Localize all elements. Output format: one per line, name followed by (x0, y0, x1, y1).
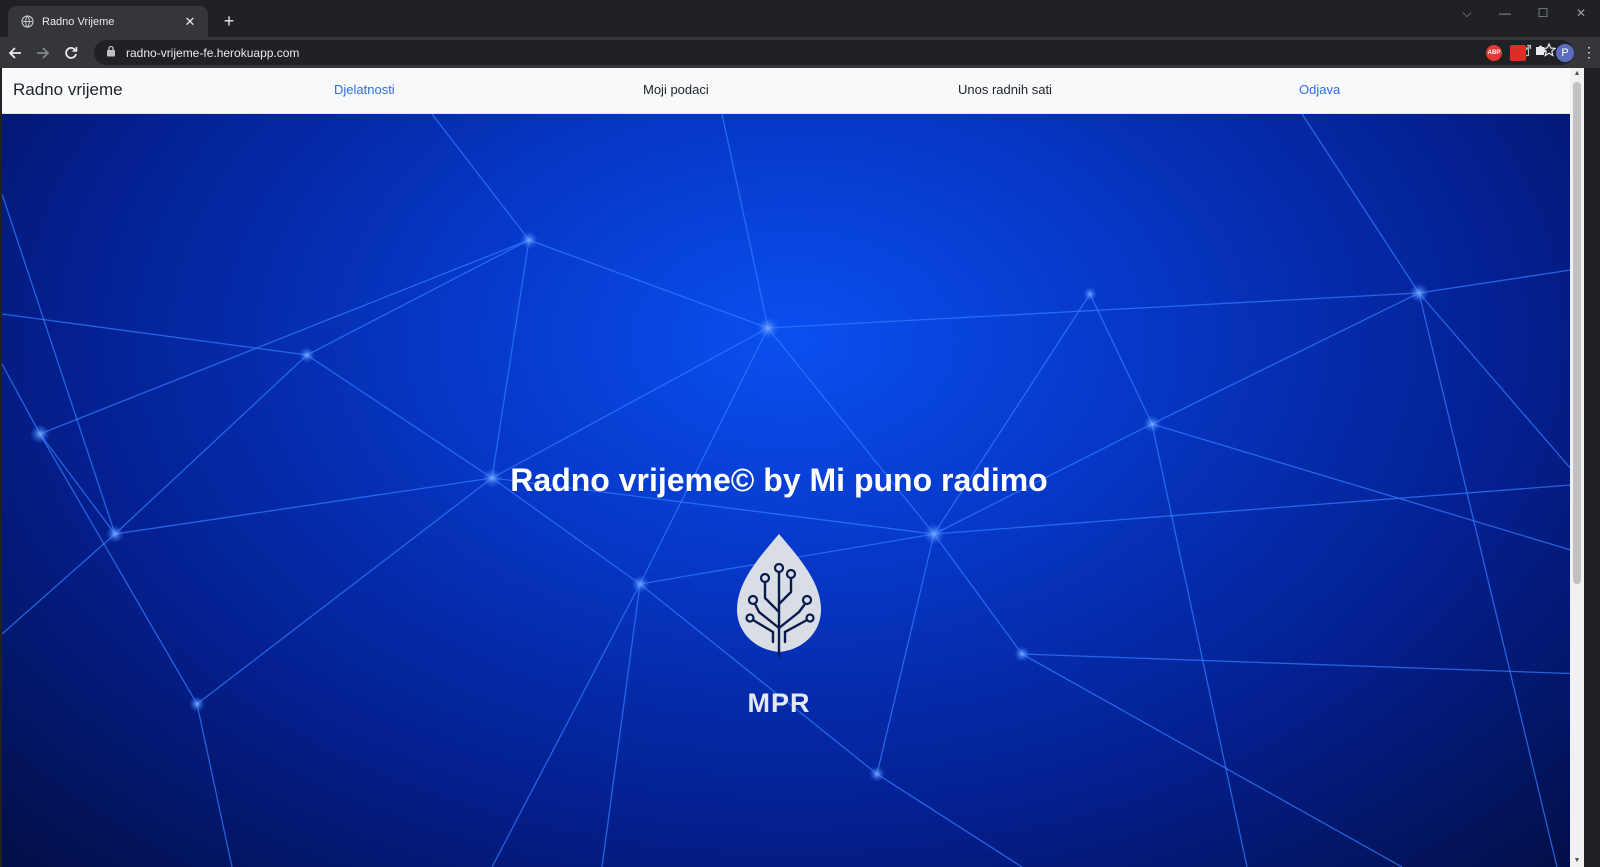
site-navbar: Radno vrijeme Djelatnosti Moji podaci Un… (2, 68, 1584, 114)
scroll-thumb[interactable] (1573, 82, 1581, 584)
nav-link-djelatnosti[interactable]: Djelatnosti (334, 82, 395, 97)
hero-section: Radno vrijeme© by Mi puno radimo MPR (2, 114, 1584, 867)
globe-icon (20, 15, 34, 29)
nav-link-odjava[interactable]: Odjava (1299, 82, 1340, 97)
hero-title: Radno vrijeme© by Mi puno radimo (510, 462, 1048, 498)
browser-menu-icon[interactable]: ⋮ (1582, 44, 1596, 61)
browser-toolbar: radno-vrijeme-fe.herokuapp.com (0, 37, 1600, 68)
extensions-puzzle-icon[interactable] (1534, 43, 1548, 62)
profile-avatar[interactable]: P (1556, 43, 1574, 62)
reload-icon (65, 46, 78, 59)
navbar-brand[interactable]: Radno vrijeme (13, 80, 123, 100)
close-window-button[interactable]: ✕ (1562, 0, 1600, 26)
lock-icon (106, 44, 116, 62)
browser-tabstrip: Radno Vrijeme ✕ + ⌵ — ☐ ✕ (0, 0, 1600, 37)
tab-close-icon[interactable]: ✕ (182, 14, 198, 30)
back-button[interactable] (2, 40, 28, 66)
nav-link-moji-podaci[interactable]: Moji podaci (643, 82, 709, 97)
extension-icons: ABP P ⋮ (1486, 37, 1596, 68)
leaf-circuit-icon (737, 534, 821, 658)
back-arrow-icon (8, 46, 21, 59)
forward-button[interactable] (30, 40, 56, 66)
page-viewport: Radno vrijeme Djelatnosti Moji podaci Un… (2, 68, 1584, 867)
window-controls: ⌵ — ☐ ✕ (1448, 0, 1600, 28)
logo-text: MPR (747, 688, 811, 718)
scroll-up-arrow-icon[interactable]: ▲ (1570, 68, 1584, 80)
reload-button[interactable] (58, 40, 84, 66)
tab-title: Radno Vrijeme (42, 15, 115, 28)
red-extension-icon[interactable] (1510, 44, 1526, 61)
maximize-button[interactable]: ☐ (1524, 0, 1562, 26)
scroll-down-arrow-icon[interactable]: ▼ (1570, 855, 1584, 867)
adblock-extension-icon[interactable]: ABP (1486, 44, 1502, 61)
tab-search-icon[interactable]: ⌵ (1448, 0, 1486, 26)
nav-link-unos-radnih-sati[interactable]: Unos radnih sati (958, 82, 1052, 97)
url-text: radno-vrijeme-fe.herokuapp.com (126, 45, 300, 60)
page-scrollbar[interactable]: ▲ ▼ (1570, 68, 1584, 867)
forward-arrow-icon (37, 46, 50, 59)
address-bar[interactable]: radno-vrijeme-fe.herokuapp.com (94, 40, 1574, 65)
browser-tab[interactable]: Radno Vrijeme ✕ (8, 6, 208, 37)
minimize-button[interactable]: — (1486, 0, 1524, 26)
new-tab-button[interactable]: + (218, 10, 240, 32)
